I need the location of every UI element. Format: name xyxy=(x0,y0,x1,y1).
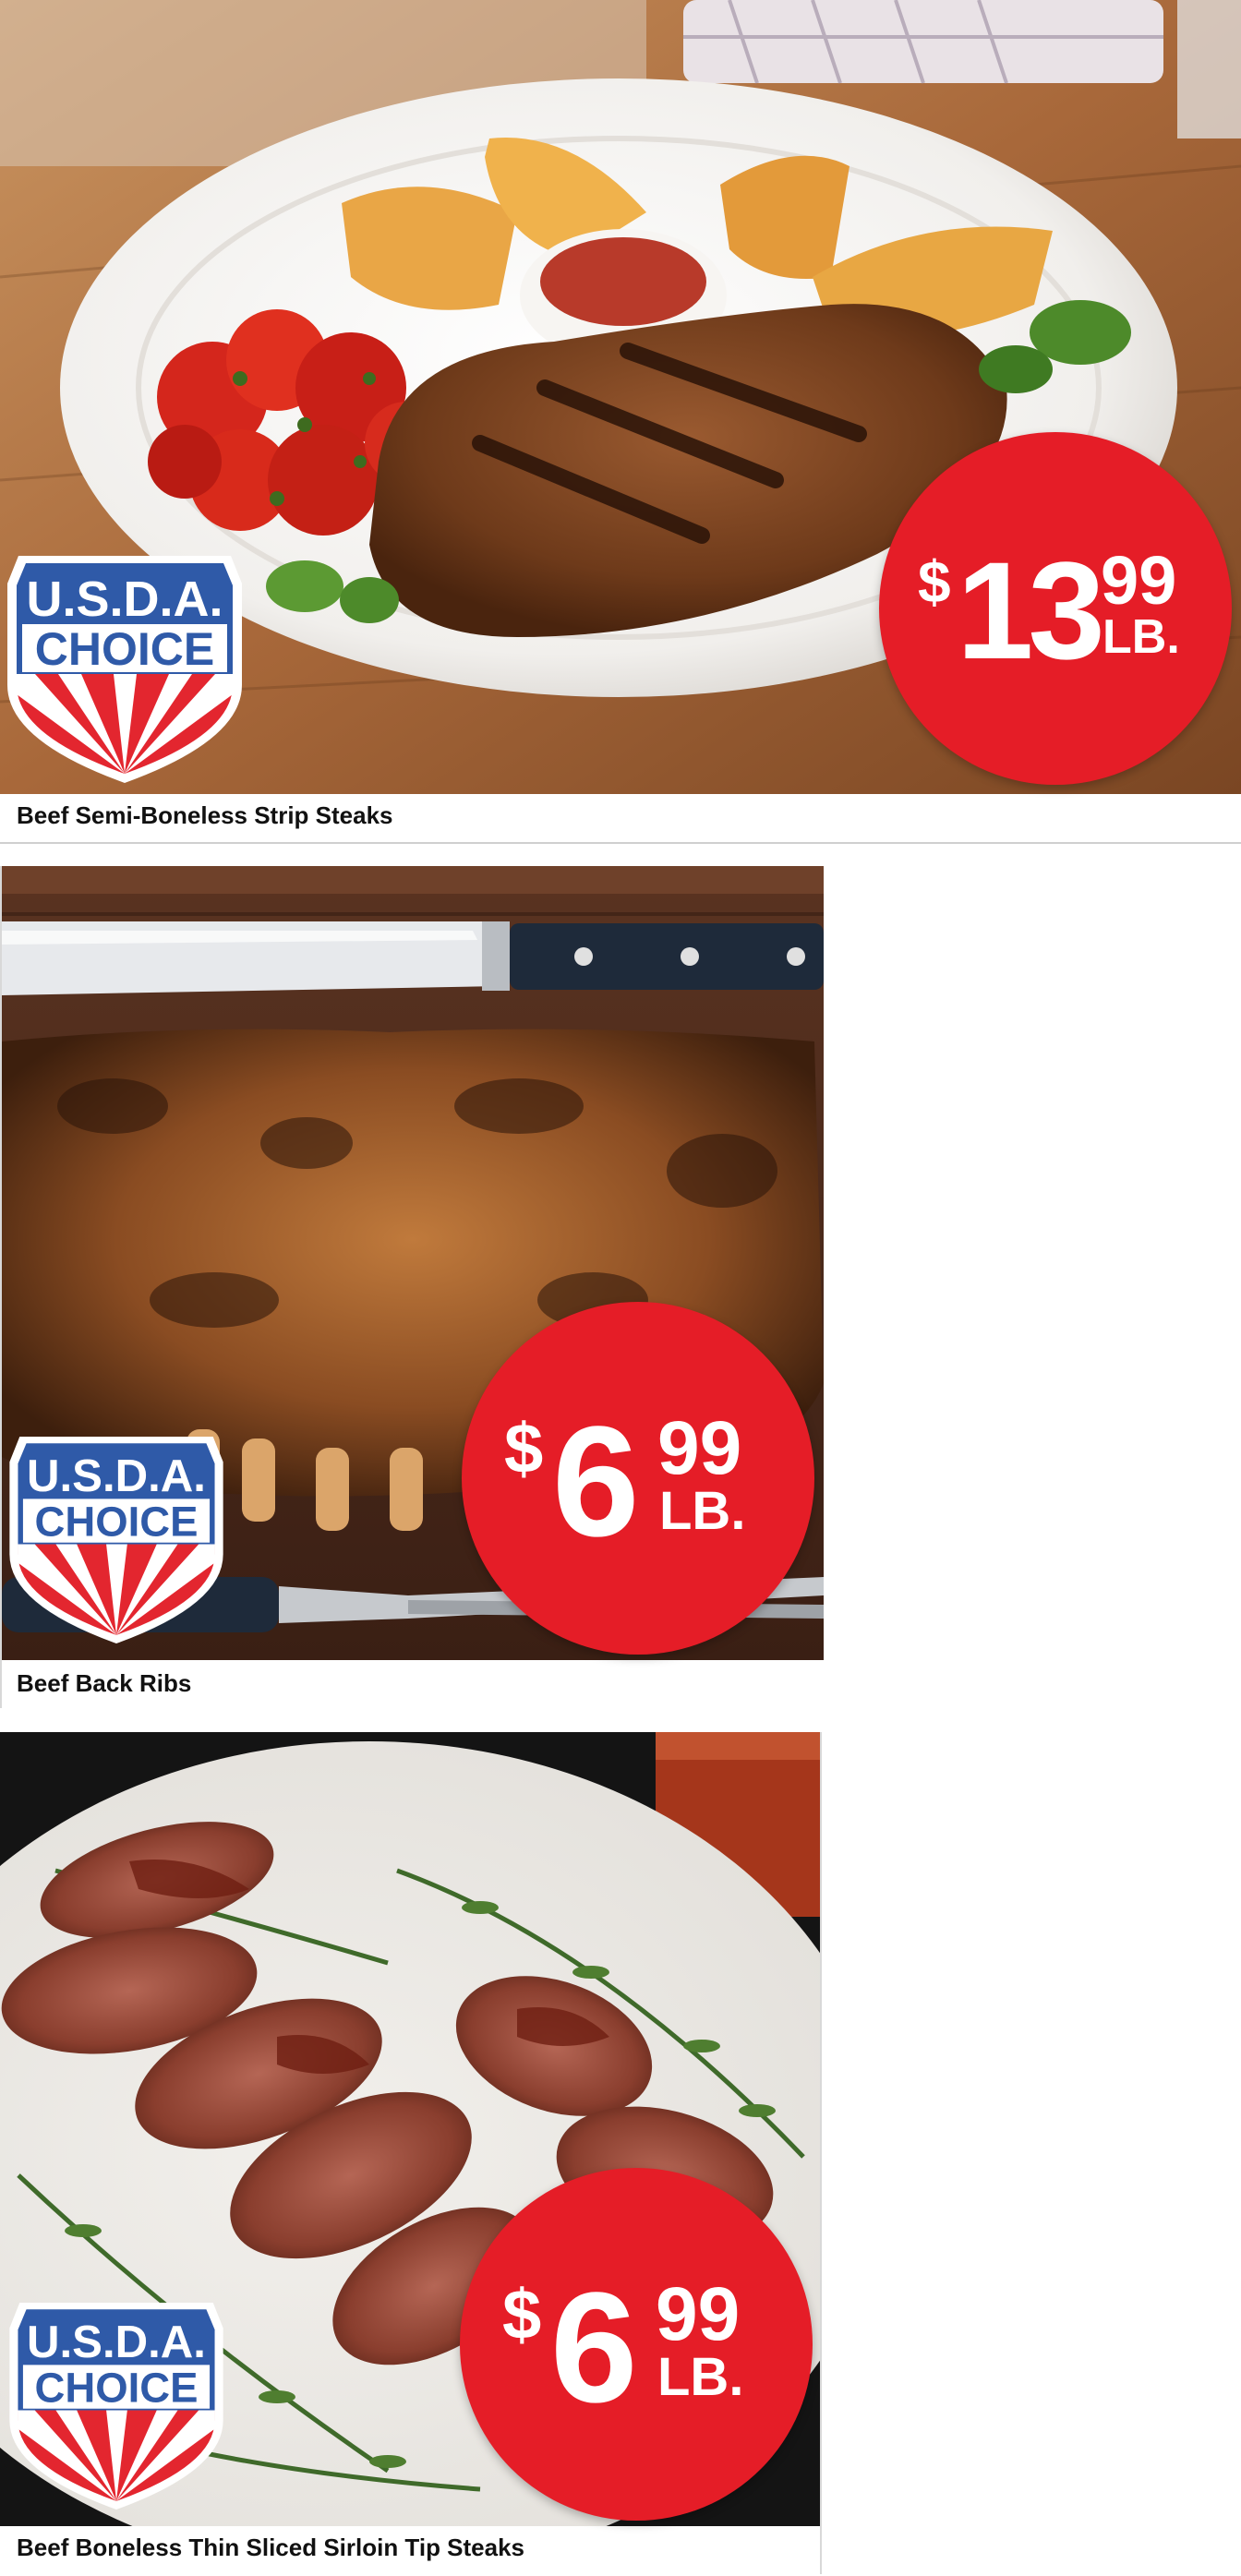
price-cents: 99 xyxy=(657,1406,742,1490)
price-badge: $ 13 99 LB. xyxy=(879,432,1232,785)
price-badge: $ 6 99 LB. xyxy=(462,1302,814,1655)
usda-line2: CHOICE xyxy=(35,623,214,675)
price-cents: 99 xyxy=(1101,542,1177,619)
price-currency: $ xyxy=(502,2276,542,2354)
price-currency: $ xyxy=(918,548,951,615)
usda-line1: U.S.D.A. xyxy=(27,1451,206,1501)
usda-line1: U.S.D.A. xyxy=(26,572,223,627)
price-unit: LB. xyxy=(657,2347,744,2407)
product-title[interactable]: Beef Semi-Boneless Strip Steaks xyxy=(17,801,393,830)
divider xyxy=(0,842,1241,844)
divider xyxy=(820,1732,822,2574)
usda-choice-logo: U.S.D.A. CHOICE xyxy=(9,1437,223,1643)
price-badge: $ 6 99 LB. xyxy=(460,2168,813,2521)
divider xyxy=(0,866,2,1708)
price-unit: LB. xyxy=(1102,610,1180,664)
usda-line2: CHOICE xyxy=(34,2364,198,2411)
product-title[interactable]: Beef Boneless Thin Sliced Sirloin Tip St… xyxy=(17,2534,524,2562)
price-currency: $ xyxy=(504,1410,544,1488)
usda-line1: U.S.D.A. xyxy=(27,2317,206,2367)
price-cents: 99 xyxy=(656,2272,741,2356)
usda-choice-logo: U.S.D.A. CHOICE xyxy=(9,2303,223,2510)
product-card[interactable]: U.S.D.A. CHOICE $ 6 99 LB. Beef Boneless… xyxy=(0,1732,824,2574)
usda-line2: CHOICE xyxy=(34,1498,198,1545)
product-card[interactable]: U.S.D.A. CHOICE $ 6 99 LB. Beef Back Rib… xyxy=(0,866,824,1708)
price-unit: LB. xyxy=(659,1481,746,1541)
price-dollars: 13 xyxy=(957,533,1105,688)
price-dollars: 6 xyxy=(552,1394,640,1570)
price-dollars: 6 xyxy=(550,2260,638,2436)
usda-choice-logo: U.S.D.A. CHOICE xyxy=(7,556,242,783)
product-card[interactable]: U.S.D.A. CHOICE $ 13 99 LB. Beef Semi-Bo… xyxy=(0,0,1241,846)
product-title[interactable]: Beef Back Ribs xyxy=(17,1669,191,1698)
